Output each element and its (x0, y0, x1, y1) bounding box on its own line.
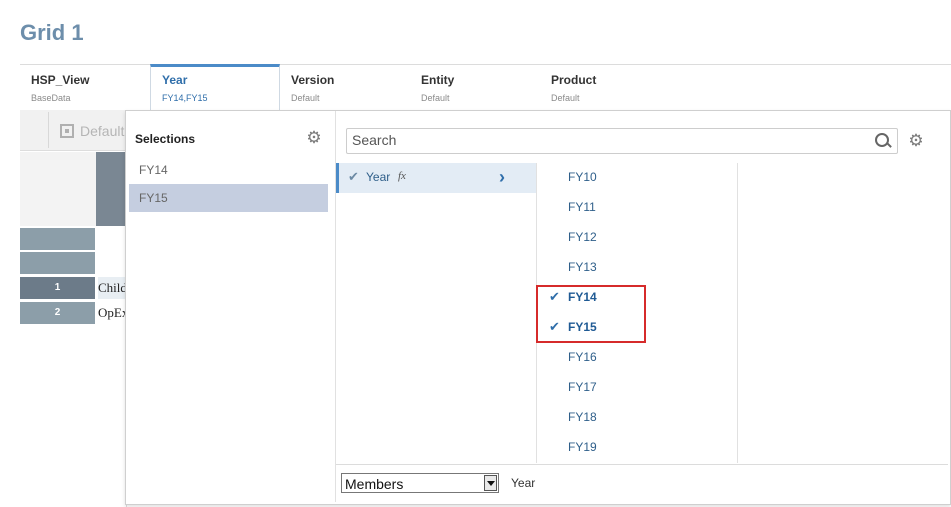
dropdown-arrow-icon[interactable] (484, 475, 497, 491)
member-item[interactable]: FY13 (568, 260, 597, 274)
members-select-value: Members (345, 476, 404, 492)
column-header[interactable] (96, 152, 126, 226)
member-item[interactable]: FY16 (568, 350, 597, 364)
pov-dim-entity[interactable]: Entity Default (410, 65, 538, 110)
pov-dim-product[interactable]: Product Default (540, 65, 668, 110)
search-input[interactable] (352, 131, 862, 149)
member-item[interactable]: FY18 (568, 410, 597, 424)
pov-bar: HSP_View BaseData Year FY14,FY15 Version… (20, 64, 951, 112)
row-member-label: Child (98, 277, 126, 299)
footer-dimension-label: Year (511, 476, 536, 490)
row-header-blank (20, 252, 95, 274)
search-box[interactable] (346, 128, 898, 154)
function-icon[interactable]: fx (398, 170, 406, 182)
selection-item[interactable]: FY14 (129, 156, 328, 184)
selection-item[interactable]: FY15 (129, 184, 328, 212)
pov-dim-value: Default (551, 93, 580, 103)
pov-dim-value: BaseData (31, 93, 71, 103)
member-item[interactable]: FY19 (568, 440, 597, 454)
toolbar-divider (48, 112, 49, 148)
pov-dim-name: Year (162, 73, 188, 87)
highlight-box (536, 285, 646, 343)
pov-dim-name: Version (291, 73, 335, 87)
grid-corner-cell (20, 152, 96, 226)
page-title: Grid 1 (20, 20, 84, 45)
pov-dim-version[interactable]: Version Default (280, 65, 408, 110)
grid-toolbar-label: Default (80, 123, 125, 139)
pov-dim-value: FY14,FY15 (162, 93, 208, 103)
dimension-tree-panel (336, 163, 537, 463)
row-number[interactable]: 1 (20, 277, 95, 299)
pov-dim-value: Default (421, 93, 450, 103)
row-number[interactable]: 2 (20, 302, 95, 324)
chevron-right-icon[interactable]: › (499, 167, 505, 188)
member-item[interactable]: FY11 (568, 200, 596, 214)
selections-gear-icon[interactable]: ⚙ (306, 129, 322, 146)
member-item[interactable]: FY12 (568, 230, 597, 244)
check-icon: ✔ (348, 169, 359, 184)
pov-dim-hsp-view[interactable]: HSP_View BaseData (20, 65, 148, 110)
search-icon[interactable] (875, 133, 889, 147)
tree-item-label: Year (366, 170, 391, 184)
member-item[interactable]: FY17 (568, 380, 597, 394)
pov-dim-name: HSP_View (31, 73, 90, 87)
pov-dim-name: Product (551, 73, 597, 87)
search-gear-icon[interactable]: ⚙ (908, 132, 924, 149)
grid-layout-icon[interactable] (60, 124, 74, 138)
member-item[interactable]: FY10 (568, 170, 597, 184)
pov-dim-year[interactable]: Year FY14,FY15 (150, 64, 280, 111)
pov-dim-name: Entity (421, 73, 455, 87)
pov-dim-value: Default (291, 93, 320, 103)
selections-title: Selections (135, 132, 196, 146)
row-member-label: OpEx (98, 305, 126, 320)
row-header-blank (20, 228, 95, 250)
